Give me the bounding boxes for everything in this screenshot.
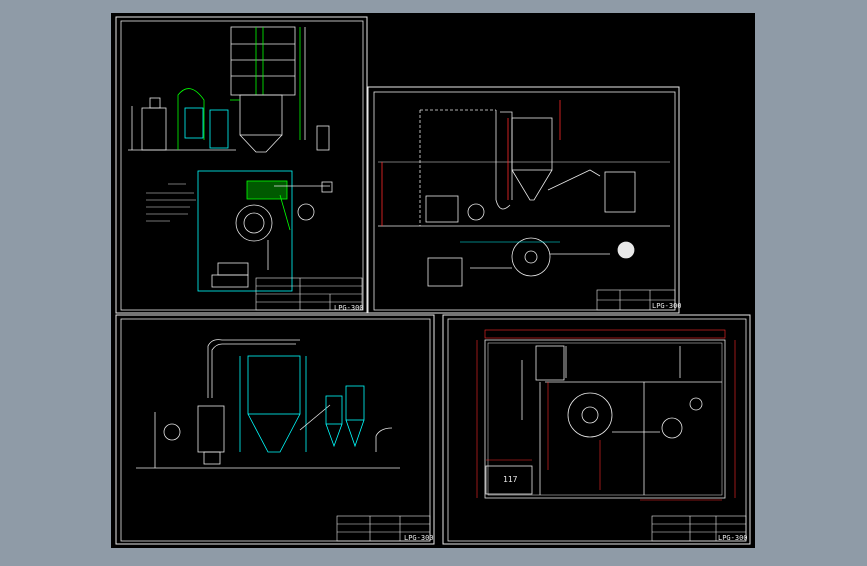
room-number-label: 117 (503, 475, 518, 484)
sheet-3-drawing-code: LPG-300 (404, 534, 434, 542)
cad-drawing[interactable] (0, 0, 867, 562)
sheet-2-drawing-code: LPG-300 (652, 302, 682, 310)
sheet-1-drawing-code: LPG-300 (334, 304, 364, 312)
sheet-4-drawing-code: LPG-300 (718, 534, 748, 542)
cad-canvas[interactable]: LPG-300 LPG-300 LPG-300 LPG-300 117 (0, 0, 867, 562)
